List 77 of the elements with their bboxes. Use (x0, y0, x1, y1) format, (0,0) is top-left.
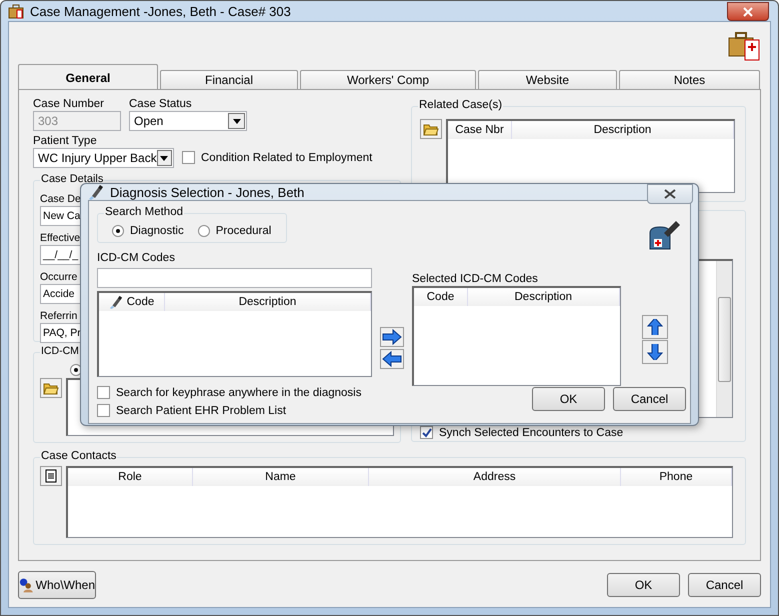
column-header: Case Nbr (448, 121, 512, 139)
add-button[interactable] (380, 327, 404, 347)
caret-icon (232, 118, 240, 124)
who-when-button[interactable]: Who\When (18, 571, 96, 599)
field-label: Occurre (40, 271, 78, 284)
column-header: Description (512, 121, 734, 139)
open-folder-button[interactable] (420, 119, 442, 139)
info-person-icon (19, 577, 34, 593)
tab[interactable]: Workers' Comp (300, 70, 476, 90)
checkbox[interactable] (182, 151, 195, 164)
dialog-title: Diagnosis Selection - Jones, Beth (110, 184, 304, 200)
close-button[interactable] (647, 184, 693, 204)
checkbox-label: Condition Related to Employment (201, 152, 372, 164)
column-header: Code (414, 288, 468, 306)
ok-button[interactable]: OK (532, 387, 605, 411)
cancel-button[interactable]: Cancel (688, 573, 761, 597)
icd-codes-list[interactable]: Code Description (97, 291, 372, 377)
document-icon (43, 468, 59, 484)
field-label: ICD-CM Codes (97, 252, 176, 265)
remove-button[interactable] (380, 349, 404, 369)
search-field[interactable] (97, 268, 372, 288)
down-arrow-icon (645, 344, 665, 360)
column-header: Description (468, 288, 620, 306)
column-header: Description (165, 293, 371, 311)
tab[interactable]: Notes (619, 70, 760, 90)
group-title: Search Method (104, 206, 184, 218)
column-header: Address (369, 468, 621, 486)
field-label: Case Number (33, 98, 105, 111)
column-header: Role (68, 468, 193, 486)
right-arrow-icon (382, 329, 402, 345)
field-label: Case Status (129, 98, 193, 111)
move-down-button[interactable] (642, 340, 668, 364)
column-header: Phone (621, 468, 732, 486)
tab[interactable]: Financial (160, 70, 298, 90)
medical-bag-flashlight-icon (648, 219, 682, 251)
case-status-dropdown[interactable]: Open (129, 111, 247, 131)
checkbox[interactable] (420, 426, 433, 439)
notes-button[interactable] (40, 466, 62, 486)
selected-codes-list[interactable]: Code Description (412, 286, 621, 386)
checkbox-label: Search for keyphrase anywhere in the diagnosis (116, 386, 362, 398)
field-label: Patient Type (33, 135, 98, 148)
group-title: Case Details (40, 173, 104, 185)
group-title: ICD-CM (40, 345, 80, 357)
ok-button[interactable]: OK (607, 573, 680, 597)
window-title: Case Management -Jones, Beth - Case# 303 (30, 4, 291, 18)
checkbox-label: Synch Selected Encounters to Case (439, 426, 624, 438)
contacts-list[interactable]: Role Name Address Phone (66, 466, 733, 538)
tab[interactable]: General (18, 64, 158, 90)
radio-button[interactable] (112, 225, 124, 237)
tab[interactable]: Website (478, 70, 617, 90)
radio-button[interactable] (198, 225, 210, 237)
field-label: Referrin (40, 310, 78, 323)
cancel-button[interactable]: Cancel (613, 387, 686, 411)
group-title: Related Case(s) (418, 99, 504, 111)
left-arrow-icon (382, 351, 402, 367)
close-button[interactable] (727, 2, 769, 21)
scrollbar[interactable] (716, 261, 732, 417)
close-icon (743, 6, 753, 16)
open-folder-button[interactable] (40, 378, 62, 398)
checkmark-icon (422, 428, 432, 438)
checkbox[interactable] (97, 404, 110, 417)
caret-icon (160, 156, 168, 160)
patient-type-dropdown[interactable]: WC Injury Upper Back (33, 148, 174, 168)
radio-label: Procedural (216, 225, 272, 237)
briefcase-icon (8, 3, 24, 19)
field-label: Selected ICD-CM Codes (412, 273, 539, 286)
close-icon (664, 189, 676, 199)
group-title: Case Contacts (40, 450, 118, 462)
move-up-button[interactable] (642, 315, 668, 339)
column-header: Code (99, 293, 165, 311)
checkbox-label: Search Patient EHR Problem List (116, 404, 286, 416)
column-header: Name (193, 468, 369, 486)
field-label: Effective (40, 232, 80, 245)
up-arrow-icon (645, 319, 665, 335)
checkbox[interactable] (97, 386, 110, 399)
field-label: Case De (40, 193, 81, 206)
radio-label: Diagnostic (130, 225, 184, 237)
